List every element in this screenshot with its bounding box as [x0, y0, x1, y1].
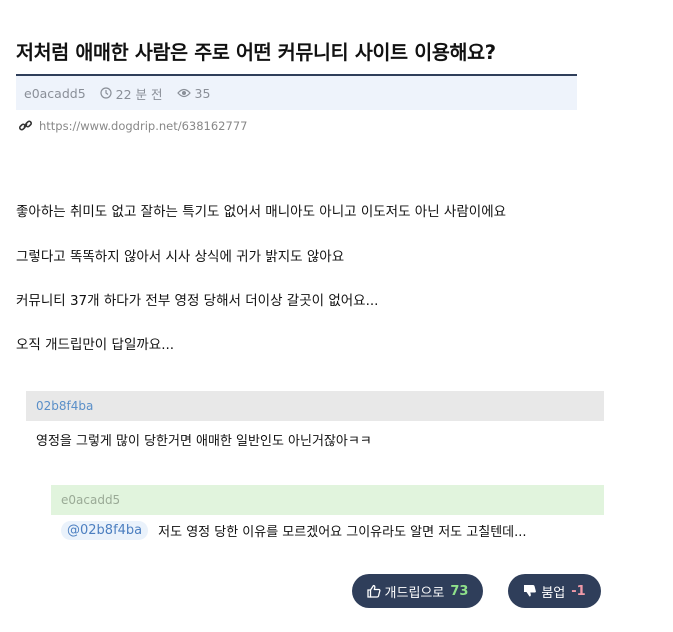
reply-author-name[interactable]: e0acadd5	[61, 493, 120, 507]
upvote-count: 73	[450, 583, 469, 599]
post-paragraph: 커뮤니티 37개 하다가 전부 영정 당해서 더이상 갈곳이 없어요...	[16, 293, 379, 309]
post-title: 저처럼 애매한 사람은 주로 어떤 커뮤니티 사이트 이용해요?	[16, 41, 496, 64]
post-paragraph: 오직 개드립만이 답일까요...	[16, 337, 175, 353]
link-icon	[18, 120, 33, 131]
comment-author-name[interactable]: 02b8f4ba	[36, 399, 93, 413]
comment-author[interactable]: 02b8f4ba	[26, 391, 604, 421]
reply-text: 저도 영정 당한 이유를 모르겠어요 그이유라도 알면 저도 고칠텐데...	[158, 525, 527, 540]
post-meta-bar: e0acadd5 22 분 전 35	[16, 76, 577, 110]
post-views: 35	[176, 85, 211, 101]
thumbs-down-icon	[524, 585, 537, 597]
thumbs-up-icon	[366, 584, 381, 598]
clock-icon	[100, 87, 112, 99]
post-time: 22 분 전	[100, 84, 163, 103]
reply-body: @02b8f4ba 저도 영정 당한 이유를 모르겠어요 그이유라도 알면 저도…	[61, 521, 527, 540]
downvote-label: 붐업	[541, 585, 566, 601]
downvote-count: -1	[571, 583, 586, 599]
post-views-count: 35	[194, 85, 211, 101]
post-author[interactable]: e0acadd5	[24, 86, 86, 101]
upvote-button[interactable]: 개드립으로 73	[352, 574, 483, 608]
post-paragraph: 그렇다고 똑똑하지 않아서 시사 상식에 귀가 밝지도 않아요	[16, 249, 345, 265]
downvote-button[interactable]: 붐업 -1	[508, 574, 601, 608]
post-link-url[interactable]: https://www.dogdrip.net/638162777	[39, 119, 247, 133]
post-time-text: 22 분 전	[115, 86, 163, 102]
post-link[interactable]: https://www.dogdrip.net/638162777	[18, 118, 247, 133]
eye-icon	[176, 88, 191, 98]
reply-mention[interactable]: @02b8f4ba	[61, 521, 149, 540]
post-paragraph: 좋아하는 취미도 없고 잘하는 특기도 없어서 매니아도 아니고 이도저도 아닌…	[16, 204, 507, 220]
reply-author[interactable]: e0acadd5	[51, 485, 604, 515]
upvote-label: 개드립으로	[384, 585, 445, 601]
comment-text: 영정을 그렇게 많이 당한거면 애매한 일반인도 아닌거잖아ㅋㅋ	[36, 434, 372, 449]
